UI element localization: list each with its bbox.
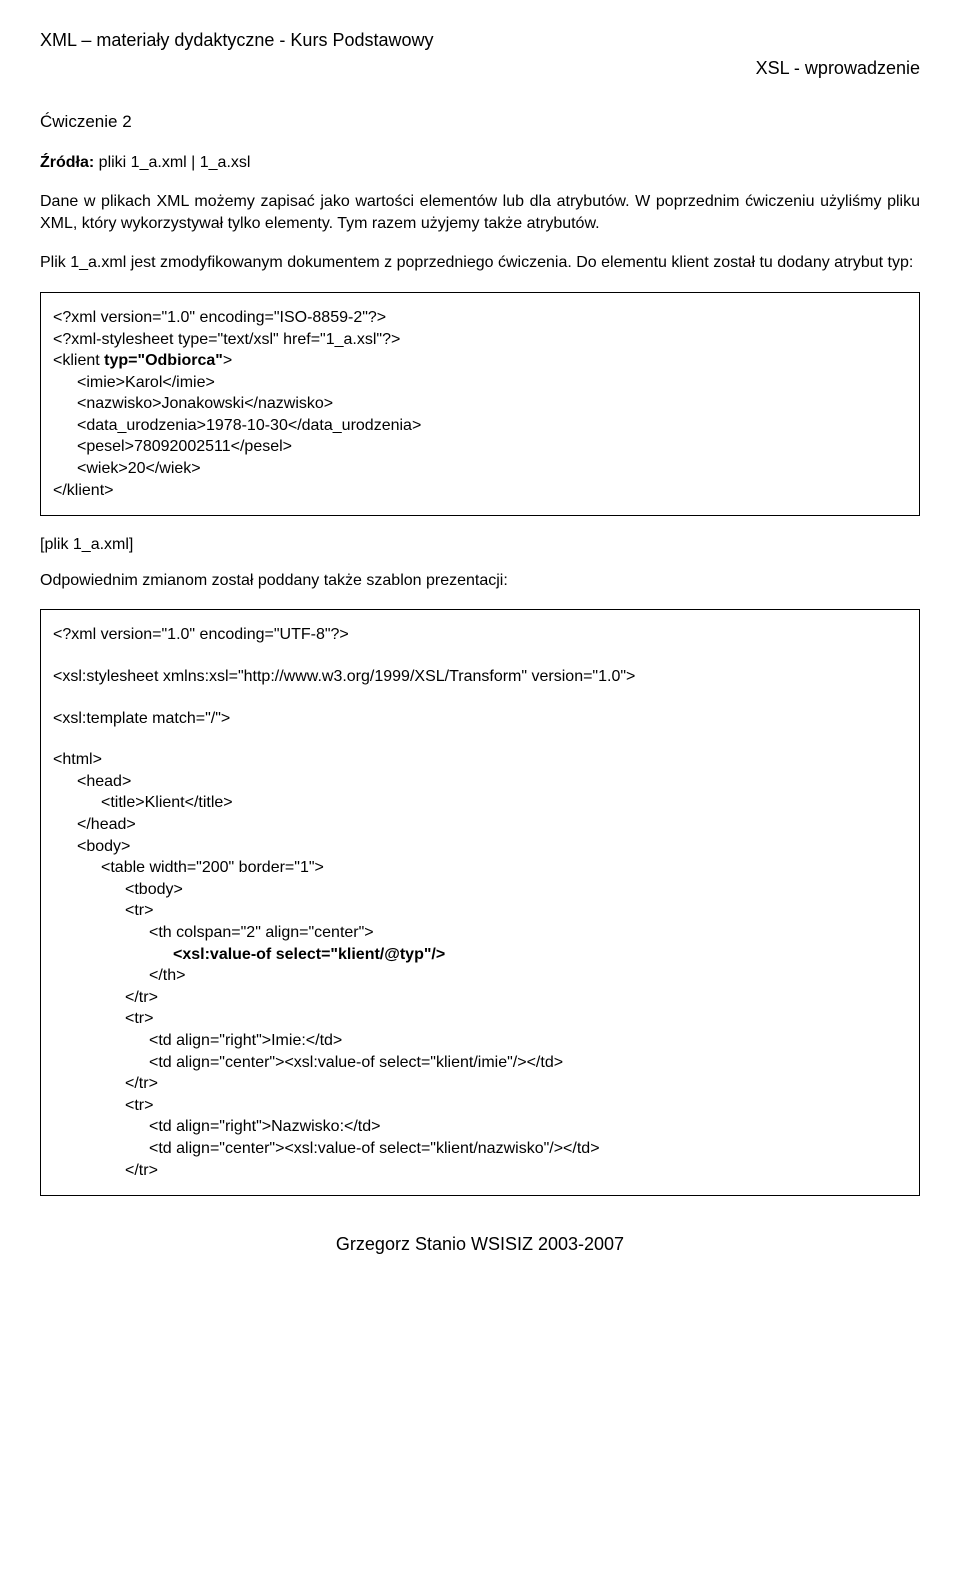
code-line: <imie>Karol</imie> (53, 372, 907, 394)
header-left: XML – materiały dydaktyczne - Kurs Podst… (40, 28, 920, 52)
paragraph-2: Plik 1_a.xml jest zmodyfikowanym dokumen… (40, 252, 920, 274)
paragraph-3: Odpowiednim zmianom został poddany także… (40, 570, 920, 592)
page-footer: Grzegorz Stanio WSISIZ 2003-2007 (40, 1232, 920, 1256)
code-line: <xsl:template match="/"> (53, 708, 907, 730)
file-label: [plik 1_a.xml] (40, 534, 920, 556)
code-line: <html> (53, 749, 907, 771)
code-line: </tr> (53, 1073, 907, 1095)
code-line: <body> (53, 836, 907, 858)
exercise-title: Ćwiczenie 2 (40, 111, 920, 134)
code-line: </klient> (53, 480, 907, 502)
sources-label: Źródła: (40, 154, 94, 171)
code-line: <tr> (53, 1008, 907, 1030)
code-line: <td align="center"><xsl:value-of select=… (53, 1052, 907, 1074)
code-block-xml: <?xml version="1.0" encoding="ISO-8859-2… (40, 292, 920, 516)
code-line: <pesel>78092002511</pesel> (53, 436, 907, 458)
code-line: <td align="right">Imie:</td> (53, 1030, 907, 1052)
code-line: <?xml version="1.0" encoding="ISO-8859-2… (53, 307, 907, 329)
code-line: <title>Klient</title> (53, 792, 907, 814)
code-line: <td align="center"><xsl:value-of select=… (53, 1138, 907, 1160)
paragraph-1: Dane w plikach XML możemy zapisać jako w… (40, 191, 920, 234)
code-line: <head> (53, 771, 907, 793)
code-line: </head> (53, 814, 907, 836)
code-line: <th colspan="2" align="center"> (53, 922, 907, 944)
header-right: XSL - wprowadzenie (40, 56, 920, 80)
sources-line: Źródła: pliki 1_a.xml | 1_a.xsl (40, 152, 920, 174)
code-line: </th> (53, 965, 907, 987)
code-line: <tr> (53, 900, 907, 922)
code-line: <wiek>20</wiek> (53, 458, 907, 480)
code-line: <tr> (53, 1095, 907, 1117)
code-line: </tr> (53, 987, 907, 1009)
code-line: <klient typ="Odbiorca"> (53, 350, 907, 372)
code-line: <xsl:stylesheet xmlns:xsl="http://www.w3… (53, 666, 907, 688)
code-line: <data_urodzenia>1978-10-30</data_urodzen… (53, 415, 907, 437)
code-line: <table width="200" border="1"> (53, 857, 907, 879)
code-line: <tbody> (53, 879, 907, 901)
code-line: <xsl:value-of select="klient/@typ"/> (53, 944, 907, 966)
sources-value: pliki 1_a.xml | 1_a.xsl (94, 154, 250, 171)
code-line: <td align="right">Nazwisko:</td> (53, 1116, 907, 1138)
code-line: <nazwisko>Jonakowski</nazwisko> (53, 393, 907, 415)
code-line: <?xml-stylesheet type="text/xsl" href="1… (53, 329, 907, 351)
code-line: </tr> (53, 1160, 907, 1182)
code-block-xsl: <?xml version="1.0" encoding="UTF-8"?> <… (40, 609, 920, 1196)
code-line: <?xml version="1.0" encoding="UTF-8"?> (53, 624, 907, 646)
